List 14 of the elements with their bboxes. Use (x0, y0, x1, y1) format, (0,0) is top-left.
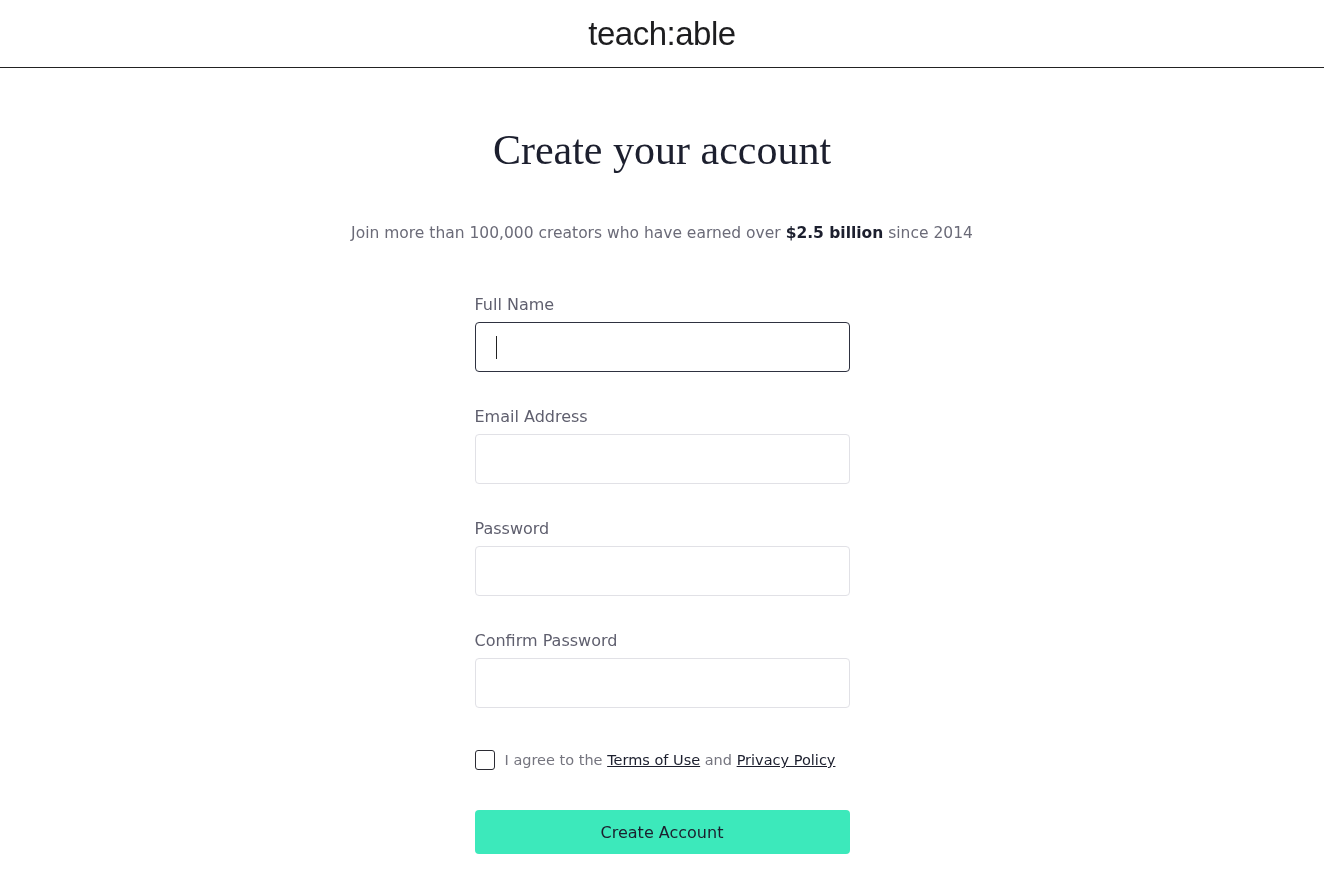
input-field[interactable] (474, 322, 850, 372)
checkbox[interactable] (474, 750, 495, 770)
logo[interactable]: teach:able (588, 14, 736, 53)
field-label: Full Name (474, 294, 555, 316)
page-title: Create your account (492, 126, 832, 175)
create-account-button[interactable]: Create Account (474, 810, 850, 854)
link[interactable]: Terms of Use (607, 752, 701, 768)
field-label: Confirm Password (474, 630, 618, 652)
agreement-text: I agree to the Terms of Use and Privacy Policy (504, 752, 836, 768)
link[interactable]: Privacy Policy (736, 752, 836, 768)
field-label: Email Address (474, 406, 588, 428)
subtitle: Join more than 100,000 creators who have earned over $2.5 billion since 2014 (351, 224, 973, 242)
text-cursor (495, 336, 497, 359)
field-label: Password (474, 518, 550, 540)
